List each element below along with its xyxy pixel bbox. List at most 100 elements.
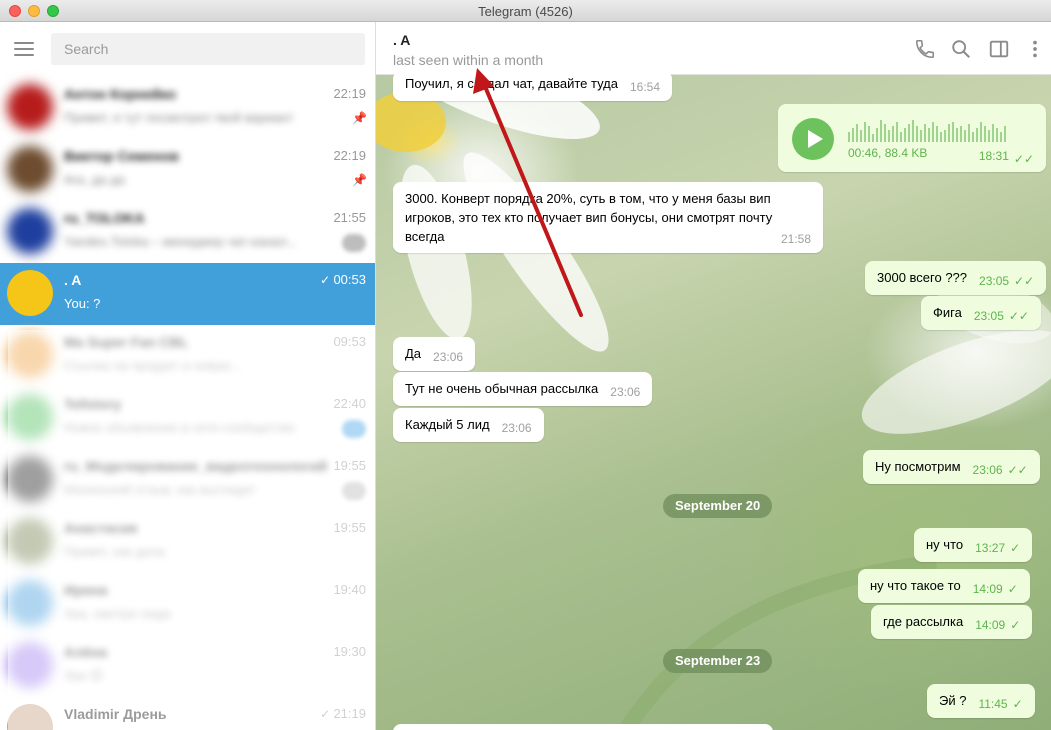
waveform-bar (1004, 126, 1006, 142)
waveform-bar (960, 126, 962, 142)
waveform-bar (928, 128, 930, 142)
voice-duration: 00:46, 88.4 KB (848, 146, 928, 160)
message-text: ну что такое то (870, 578, 961, 593)
search-input[interactable] (51, 33, 365, 65)
more-options-icon[interactable] (1024, 38, 1046, 60)
message-incoming[interactable]: 3000. Конверт порядка 20%, суть в том, ч… (393, 182, 823, 253)
chat-preview: Ура 😊 (64, 668, 104, 683)
message-outgoing[interactable]: ну что такое то 14:09 ✓ (858, 569, 1030, 603)
sent-tick-icon: ✓ (320, 273, 334, 287)
search-icon[interactable] (950, 38, 972, 60)
chat-list-item[interactable]: Антон Корнейко 22:19 Привет, я тут посмотр… (0, 77, 375, 139)
chat-time: ✓ 00:53 (320, 272, 366, 287)
waveform-bar (944, 130, 946, 142)
chat-list-item[interactable]: Tellstory 22:40 Новое объявление в сети со… (0, 387, 375, 449)
read-ticks-icon: ✓✓ (1014, 274, 1035, 288)
voice-message[interactable]: 00:46, 88.4 KB 18:31 ✓✓ (778, 104, 1046, 172)
chat-list-item[interactable]: . A ✓ 00:53 You: ? (0, 263, 375, 325)
chat-preview: Ура, смотри сюда (64, 606, 171, 621)
play-button[interactable] (792, 118, 834, 160)
chat-time-text: 19:55 (333, 520, 366, 535)
chat-list-item[interactable]: Vladimir Дрень ✓ 21:19 (0, 697, 375, 730)
chat-preview: Маленький отзыв, как выглядит (64, 482, 256, 497)
message-text: Каждый 5 лид (405, 417, 490, 432)
sent-tick-icon: ✓ (1012, 697, 1023, 711)
chat-time: 09:53 (333, 334, 366, 349)
chat-preview: Новое объявление в сети сообщество (64, 420, 295, 435)
chat-preview: You: ? (64, 296, 101, 311)
chat-list-item[interactable]: Виктор Семенов 22:19 Ага, да да 📌 (0, 139, 375, 201)
waveform-bar (864, 122, 866, 142)
phone-call-icon[interactable] (914, 38, 936, 60)
chat-list-item[interactable]: Ирина 19:40 Ура, смотри сюда (0, 573, 375, 635)
chat-time-text: 00:53 (333, 272, 366, 287)
chat-time-text: 22:19 (333, 148, 366, 163)
message-outgoing[interactable]: 3000 всего ??? 23:05 ✓✓ (865, 261, 1047, 295)
chat-time: 19:40 (333, 582, 366, 597)
waveform-bar (972, 132, 974, 142)
chat-list-item[interactable]: Анастасия 19:55 Привет, как дела (0, 511, 375, 573)
waveform-bar (932, 122, 934, 142)
voice-time-wrap: 18:31 ✓✓ (979, 147, 1034, 166)
chat-list-item[interactable]: Алёна 19:30 Ура 😊 (0, 635, 375, 697)
title-bar: Telegram (4526) (0, 0, 1051, 22)
play-icon (808, 130, 823, 148)
chat-time: 19:55 (333, 458, 366, 473)
unread-badge (342, 234, 366, 252)
chat-time-text: 19:40 (333, 582, 366, 597)
message-incoming-partial (393, 724, 773, 730)
message-outgoing[interactable]: ну что 13:27 ✓ (914, 528, 1033, 562)
waveform-bar (900, 132, 902, 142)
message-outgoing[interactable]: где рассылка 14:09 ✓ (871, 605, 1033, 639)
chat-preview: Yandex.Toloka – менеджер чат-канал... (64, 234, 298, 249)
chat-list-item[interactable]: ru_Моделирование_видеотехнологий 19:55 Мал… (0, 449, 375, 511)
window-title: Telegram (4526) (478, 4, 573, 19)
message-incoming[interactable]: Да 23:06 (393, 337, 476, 371)
chat-name: Алёна (64, 644, 108, 660)
message-incoming[interactable]: Поучил, я создал чат, давайте туда 16:54 (393, 71, 673, 101)
avatar (7, 84, 53, 130)
chat-list-item[interactable]: ru_TOLOKA 21:55 Yandex.Toloka – менеджер ч… (0, 201, 375, 263)
waveform-bar (948, 124, 950, 142)
message-text: Ну посмотрим (875, 459, 961, 474)
message-time: 14:09 (972, 582, 1003, 596)
message-time: 13:27 (975, 541, 1006, 555)
message-text: Да (405, 346, 422, 361)
message-incoming[interactable]: Каждый 5 лид 23:06 (393, 408, 544, 442)
sent-tick-icon: ✓ (1007, 582, 1018, 596)
chat-preview: Ага, да да (64, 172, 125, 187)
chat-time: 19:30 (333, 644, 366, 659)
chat-time: 22:40 (333, 396, 366, 411)
unread-badge (342, 482, 366, 500)
waveform-bar (988, 130, 990, 142)
waveform-bar (876, 128, 878, 142)
waveform-bar (892, 126, 894, 142)
sidebar-toggle-icon[interactable] (988, 38, 1010, 60)
waveform-bar (868, 126, 870, 142)
waveform-bar (1000, 132, 1002, 142)
message-outgoing[interactable]: Эй ? 11:45 ✓ (927, 684, 1035, 718)
message-time: 11:45 (978, 697, 1008, 711)
chat-name: ru_TOLOKA (64, 210, 145, 226)
message-text: ну что (926, 537, 964, 552)
waveform-bar (860, 130, 862, 142)
message-incoming[interactable]: Тут не очень обычная рассылка 23:06 (393, 372, 653, 406)
chat-time-text: 22:40 (333, 396, 366, 411)
message-text: Эй ? (939, 693, 967, 708)
message-time: 18:31 (978, 149, 1009, 163)
chat-time-text: 22:19 (333, 86, 366, 101)
chat-title[interactable]: . A (393, 32, 410, 48)
message-outgoing[interactable]: Ну посмотрим 23:06 ✓✓ (863, 450, 1040, 484)
waveform-bar (952, 122, 954, 142)
message-time: 23:06 (610, 385, 641, 399)
waveform-bar (940, 132, 942, 142)
message-outgoing[interactable]: Фига 23:05 ✓✓ (921, 296, 1041, 330)
chat-name: Анастасия (64, 520, 138, 536)
chat-preview: Привет, я тут посмотрел твой вариант (64, 110, 294, 125)
waveform-bar (896, 122, 898, 142)
waveform-bar (980, 122, 982, 142)
hamburger-menu-icon[interactable] (14, 42, 34, 56)
waveform-bar (848, 132, 850, 142)
waveform-bar (956, 128, 958, 142)
chat-list-item[interactable]: Ma Super Fan CBL 09:53 Ссылка на продукт и… (0, 325, 375, 387)
